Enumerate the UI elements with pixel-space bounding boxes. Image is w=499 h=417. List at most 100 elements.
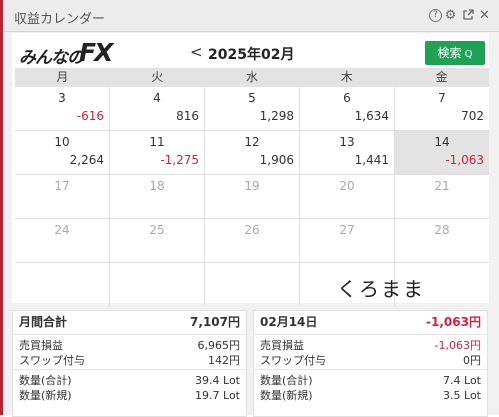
day-number: 25 — [149, 223, 165, 237]
day-number: 12 — [244, 135, 260, 149]
summary-title: 02月14日 — [260, 315, 318, 329]
day-number: 4 — [153, 91, 161, 105]
day-cell[interactable]: 24 — [15, 219, 110, 262]
day-cell[interactable]: 28 — [395, 219, 489, 262]
summary-title: 月間合計 — [19, 315, 68, 329]
day-number: 28 — [434, 223, 450, 237]
day-number: 10 — [54, 135, 70, 149]
swap-label: スワップ付与 — [19, 354, 85, 367]
window-title: 収益カレンダー — [14, 12, 106, 27]
day-number: 5 — [248, 91, 256, 105]
qty-new-value: 19.7 Lot — [195, 389, 240, 402]
day-cell[interactable]: 10 2,264 — [15, 131, 110, 174]
qty-new-value: 3.5 Lot — [443, 389, 481, 402]
prev-month-button[interactable]: < — [190, 43, 203, 61]
day-number: 27 — [339, 223, 355, 237]
day-cell[interactable]: 12 1,906 — [205, 131, 300, 174]
weekday-header: 月 火 水 木 金 — [15, 68, 489, 87]
day-cell[interactable]: 27 — [300, 219, 395, 262]
day-cell[interactable]: 26 — [205, 219, 300, 262]
day-cell[interactable]: 5 1,298 — [205, 87, 300, 130]
day-cell[interactable]: 13 1,441 — [300, 131, 395, 174]
day-number: 18 — [149, 179, 165, 193]
close-icon[interactable]: ✕ — [478, 9, 491, 22]
grid-line — [299, 263, 300, 306]
day-number: 3 — [58, 91, 66, 105]
day-number: 24 — [54, 223, 70, 237]
day-cell[interactable]: 6 1,634 — [300, 87, 395, 130]
summary-total: -1,063円 — [426, 315, 481, 329]
gear-icon[interactable]: ⚙ — [444, 9, 457, 22]
help-icon[interactable]: ? — [429, 9, 442, 22]
search-button[interactable]: 検索 Q — [425, 41, 485, 65]
summary-header: 02月14日 -1,063円 — [254, 311, 487, 335]
qty-total-value: 7.4 Lot — [443, 374, 481, 387]
day-number: 19 — [244, 179, 260, 193]
day-number: 20 — [339, 179, 355, 193]
day-cell[interactable]: 4 816 — [110, 87, 205, 130]
realized-value: 6,965円 — [197, 339, 241, 352]
qty-total-label: 数量(合計) — [260, 374, 313, 387]
calendar-panel: みんなの FX < 2025年02月 検索 Q 月 火 水 木 金 3 -616 4… — [12, 33, 489, 306]
week-row: 3 -616 4 816 5 1,298 6 1,634 7 702 — [15, 87, 489, 131]
weekday-fri: 金 — [435, 70, 448, 84]
calendar-grid: 月 火 水 木 金 3 -616 4 816 5 1,298 6 1,634 7 702 … — [15, 68, 489, 306]
day-cell[interactable]: 20 — [300, 175, 395, 218]
day-profit: 702 — [461, 109, 484, 123]
summary-row: 売買損益 6,965円 — [13, 338, 246, 353]
day-number: 7 — [438, 91, 446, 105]
summary-row: 数量(新規) 3.5 Lot — [254, 388, 487, 403]
day-number: 14 — [434, 135, 450, 149]
day-number: 6 — [343, 91, 351, 105]
empty-week-row: くろまま — [15, 263, 489, 306]
daily-summary: 02月14日 -1,063円 売買損益 -1,063円 スワップ付与 0円 数量… — [253, 310, 488, 417]
week-row: 17 18 19 20 21 — [15, 175, 489, 219]
weekday-tue: 火 — [151, 70, 164, 84]
popout-icon[interactable] — [461, 9, 474, 22]
day-profit: 1,634 — [354, 109, 389, 123]
weekday-mon: 月 — [56, 70, 69, 84]
realized-label: 売買損益 — [260, 339, 304, 352]
summary-row: 数量(合計) 7.4 Lot — [254, 373, 487, 388]
swap-value: 0円 — [463, 354, 481, 367]
summary-total: 7,107円 — [190, 315, 240, 329]
logo-text: みんなの — [19, 48, 84, 68]
qty-total-value: 39.4 Lot — [195, 374, 240, 387]
title-bar: 収益カレンダー ? ⚙ ✕ — [3, 0, 499, 32]
swap-value: 142円 — [208, 354, 240, 367]
qty-new-label: 数量(新規) — [260, 389, 313, 402]
day-cell[interactable]: 21 — [395, 175, 489, 218]
watermark-text: くろまま — [337, 277, 425, 301]
calendar-window: 収益カレンダー ? ⚙ ✕ みんなの FX < 2025年02月 検索 Q 月 火… — [0, 0, 499, 417]
grid-line — [204, 263, 205, 306]
qty-total-label: 数量(合計) — [19, 374, 72, 387]
accent-border — [0, 0, 3, 415]
day-number: 13 — [339, 135, 355, 149]
qty-new-label: 数量(新規) — [19, 389, 72, 402]
day-cell[interactable]: 3 -616 — [15, 87, 110, 130]
monthly-summary: 月間合計 7,107円 売買損益 6,965円 スワップ付与 142円 数量(合… — [12, 310, 247, 417]
summary-row: 売買損益 -1,063円 — [254, 338, 487, 353]
day-profit: 816 — [176, 109, 199, 123]
grid-line — [109, 263, 110, 306]
divider — [13, 369, 246, 370]
day-profit: -616 — [76, 109, 104, 123]
day-number: 17 — [54, 179, 70, 193]
day-cell[interactable]: 25 — [110, 219, 205, 262]
realized-value: -1,063円 — [434, 339, 481, 352]
day-cell[interactable]: 11 -1,275 — [110, 131, 205, 174]
day-cell-selected[interactable]: 14 -1,063 — [395, 131, 489, 174]
day-profit: 2,264 — [69, 153, 104, 167]
divider — [254, 369, 487, 370]
summary-row: スワップ付与 142円 — [13, 353, 246, 368]
summary-header: 月間合計 7,107円 — [13, 311, 246, 335]
day-profit: -1,063 — [445, 153, 484, 167]
day-profit: 1,298 — [259, 109, 294, 123]
day-cell[interactable]: 17 — [15, 175, 110, 218]
day-cell[interactable]: 19 — [205, 175, 300, 218]
weekday-thu: 木 — [340, 70, 353, 84]
day-profit: 1,441 — [354, 153, 389, 167]
day-cell[interactable]: 7 702 — [395, 87, 489, 130]
day-cell[interactable]: 18 — [110, 175, 205, 218]
week-row: 24 25 26 27 28 — [15, 219, 489, 263]
